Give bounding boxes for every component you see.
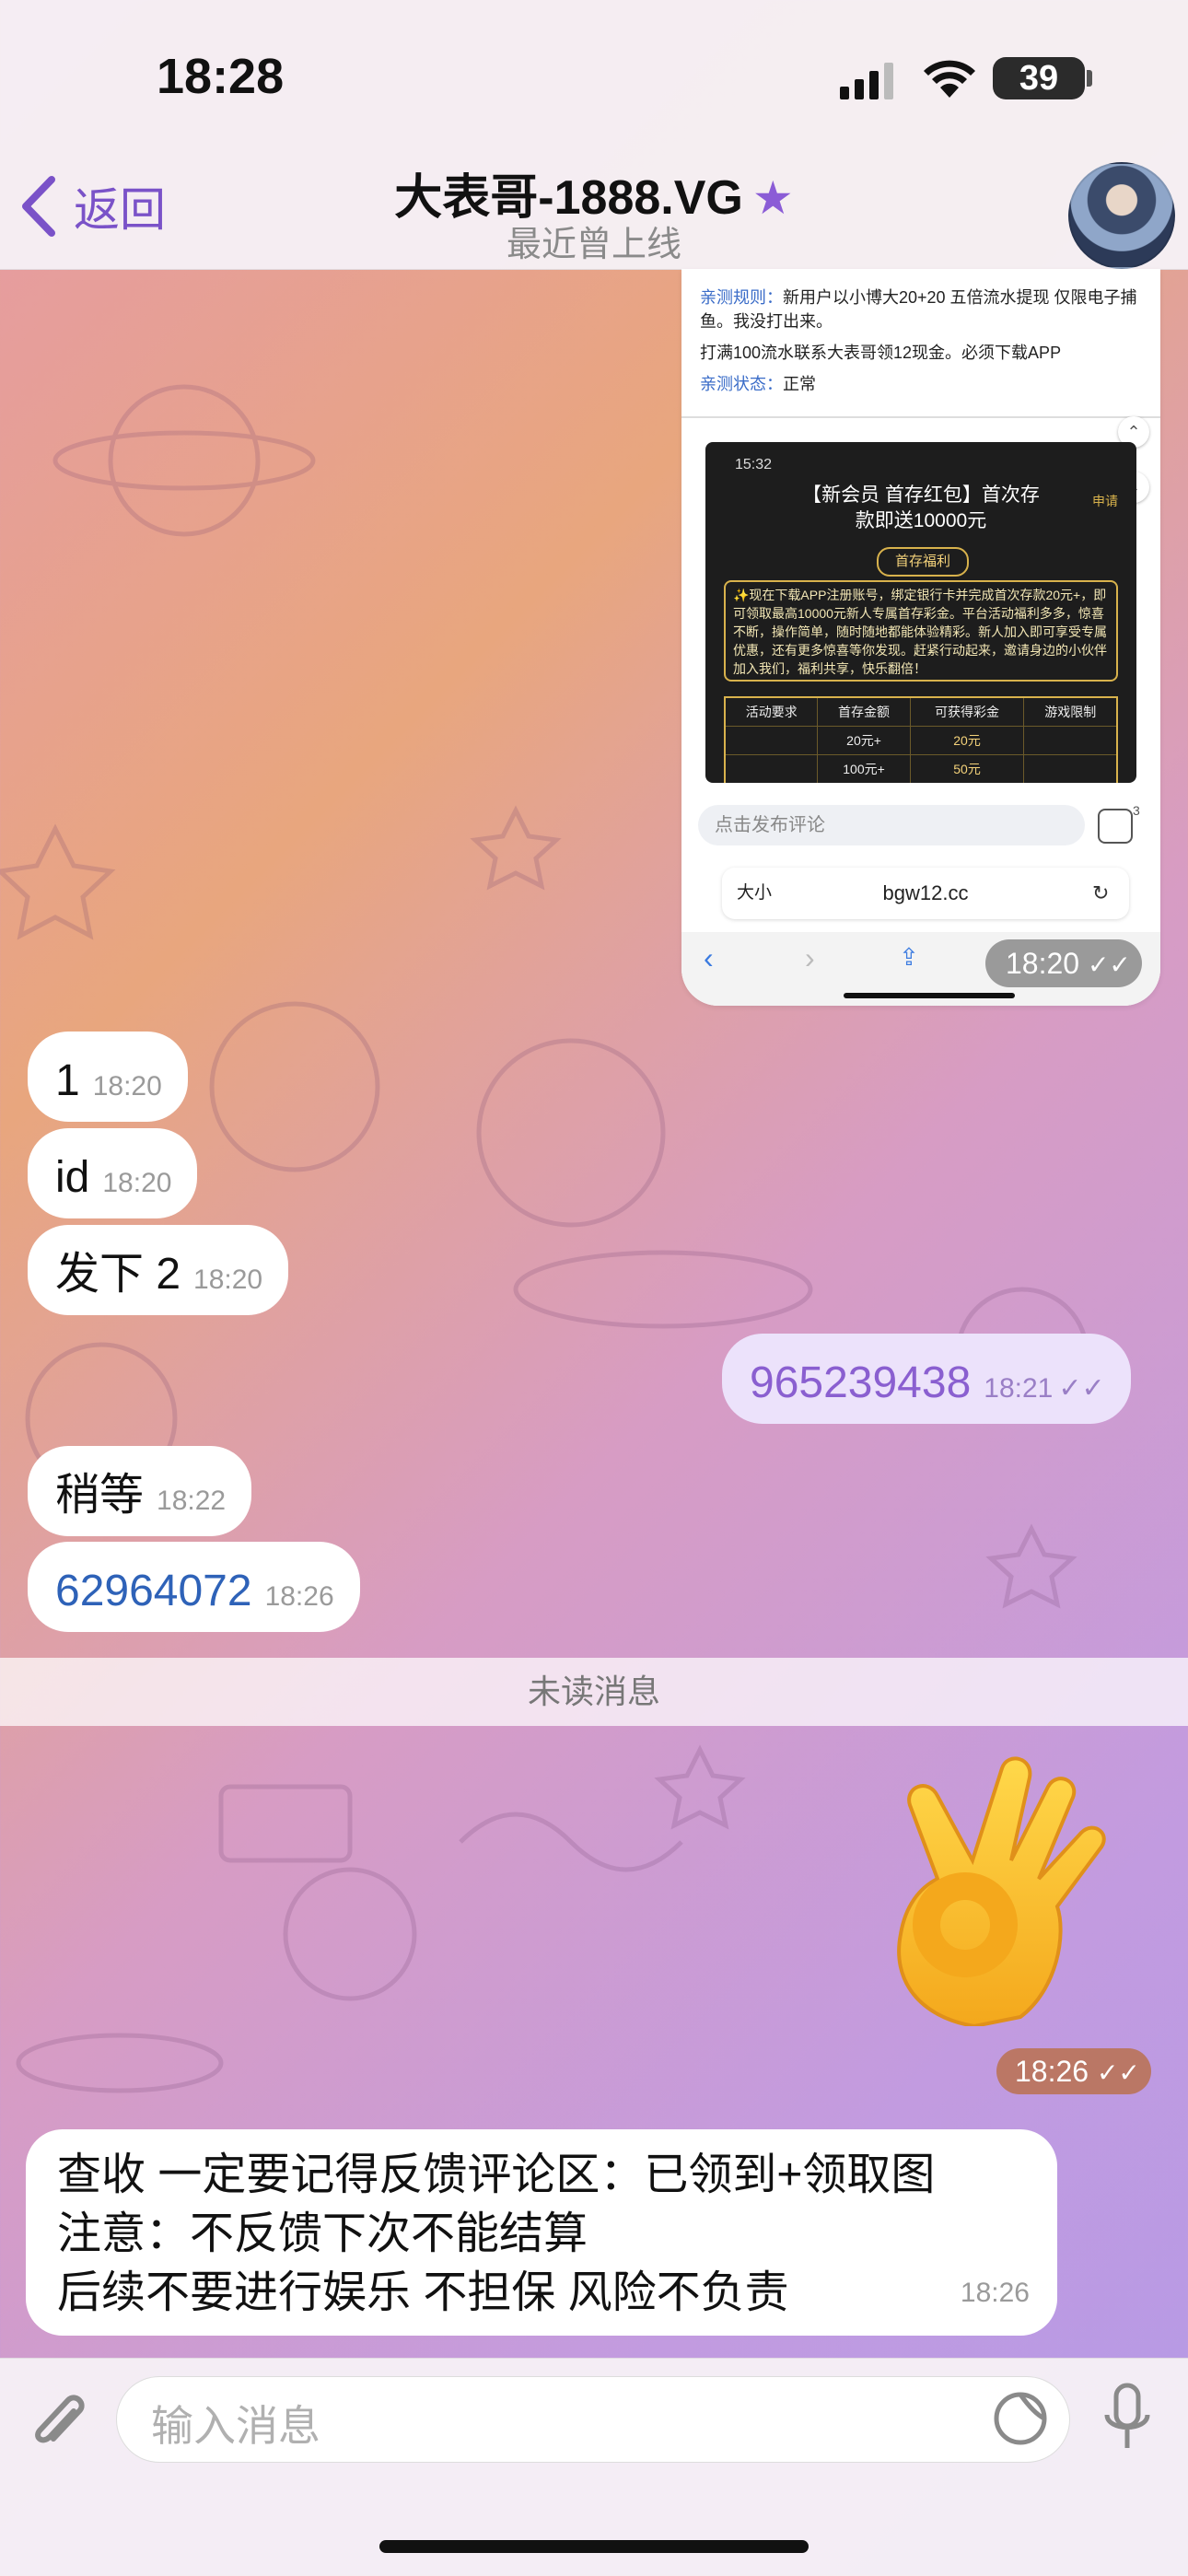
cellular-signal-icon: [840, 63, 893, 99]
message-line: 查收 一定要记得反馈评论区：已领到+领取图: [57, 2151, 936, 2199]
message-text: 1: [55, 1056, 80, 1105]
table-cell: 100元+: [817, 754, 911, 783]
message-time: 18:26: [960, 2278, 1030, 2308]
table-header: 首存金额: [817, 696, 911, 727]
message-text: 稍等: [55, 1471, 145, 1520]
battery-indicator: 39: [993, 57, 1085, 99]
message-time: 18:26: [264, 1581, 334, 1612]
home-indicator: [379, 2540, 809, 2553]
message-text: id: [55, 1153, 90, 1202]
inner-side-label: 申请: [1092, 494, 1118, 508]
message-bubble[interactable]: 1 18:20: [28, 1032, 188, 1122]
divider: [681, 416, 1160, 418]
table-cell: 20元+: [817, 726, 911, 755]
unread-divider: 未读消息: [0, 1658, 1188, 1726]
image-message[interactable]: 亲测规则：新用户以小博大20+20 五倍流水提现 仅限电子捕鱼。我没打出来。 打…: [681, 269, 1160, 1006]
share-icon: ⇪: [899, 943, 919, 971]
message-time: 18:26 ✓✓: [996, 2048, 1151, 2094]
table-cell: [1023, 754, 1118, 783]
message-time: 18:20: [102, 1168, 172, 1198]
message-line: 注意：不反馈下次不能结算: [57, 2209, 588, 2258]
rule-note: 打满100流水联系大表哥领12现金。必须下载APP: [700, 344, 1062, 362]
comment-icon: [1098, 809, 1133, 844]
browser-back-icon: ‹: [704, 941, 714, 974]
message-time: 18:20: [92, 1071, 162, 1102]
table-cell: [724, 726, 819, 755]
message-time: 18:21: [984, 1373, 1054, 1404]
table-cell: 20元: [909, 726, 1025, 755]
inner-home-indicator: [844, 993, 1015, 998]
rule-label: 亲测规则：: [700, 288, 783, 307]
table-cell: 50元: [909, 754, 1025, 783]
message-bubble[interactable]: 稍等 18:22: [28, 1446, 252, 1536]
inner-title: 【新会员 首存红包】首次存 款即送10000元: [705, 483, 1136, 534]
message-text: 965239438: [750, 1358, 972, 1407]
sticker-icon[interactable]: [991, 2389, 1050, 2448]
last-seen-status: 最近曾上线: [506, 226, 681, 264]
inner-time: 15:32: [735, 457, 773, 472]
url-text: bgw12.cc: [882, 881, 969, 904]
table-header: 游戏限制: [1023, 696, 1118, 727]
reload-icon: ↻: [1092, 881, 1110, 904]
inner-title-line1: 【新会员 首存红包】首次存: [802, 484, 1040, 506]
table-cell: [724, 754, 819, 783]
message-time: 18:22: [157, 1486, 227, 1516]
message-bubble[interactable]: 发下 2 18:20: [28, 1225, 289, 1315]
status-label: 亲测状态：: [700, 375, 783, 393]
comment-count: 3: [1133, 803, 1140, 818]
inner-text: ✨现在下载APP注册账号，绑定银行卡并完成首次存款20元+，即可领取最高1000…: [724, 580, 1118, 682]
url-bar: 大小 bgw12.cc ↻: [722, 868, 1129, 919]
message-bubble[interactable]: 查收 一定要记得反馈评论区：已领到+领取图 注意：不反馈下次不能结算 后续不要进…: [26, 2129, 1057, 2336]
message-time: 18:20 ✓✓: [985, 939, 1142, 987]
inner-title-line2: 款即送10000元: [855, 510, 987, 531]
table-header: 活动要求: [724, 696, 819, 727]
embedded-screenshot: 15:32 【新会员 首存红包】首次存 款即送10000元 申请 首存福利 ✨现…: [705, 442, 1136, 783]
phone-link[interactable]: 62964072: [55, 1567, 252, 1615]
message-time-text: 18:26: [1015, 2055, 1089, 2088]
comment-field: 点击发布评论: [698, 805, 1085, 845]
battery-tip: [1087, 70, 1092, 87]
attach-icon[interactable]: [26, 2384, 92, 2457]
message-input-placeholder: 输入消息: [151, 2402, 320, 2450]
message-text: 发下 2: [55, 1250, 181, 1299]
double-check-icon: ✓✓: [1058, 1373, 1105, 1404]
screenshot-rules: 亲测规则：新用户以小博大20+20 五倍流水提现 仅限电子捕鱼。我没打出来。 打…: [700, 286, 1151, 396]
message-time-text: 18:20: [1006, 947, 1080, 980]
double-check-icon: ✓✓: [1096, 2058, 1140, 2087]
browser-forward-icon: ›: [805, 941, 815, 974]
inner-pill: 首存福利: [877, 547, 969, 577]
message-bubble[interactable]: 62964072 18:26: [28, 1542, 360, 1632]
table-cell: [1023, 726, 1118, 755]
message-bubble[interactable]: id 18:20: [28, 1128, 198, 1218]
message-time: 18:20: [193, 1265, 263, 1295]
table-header: 可获得彩金: [909, 696, 1025, 727]
outgoing-message-bubble[interactable]: 965239438 18:21 ✓✓: [722, 1334, 1131, 1424]
double-check-icon: ✓✓: [1087, 950, 1131, 979]
status-time: 18:28: [157, 49, 285, 104]
wifi-icon: [924, 60, 975, 98]
ok-hand-emoji-icon[interactable]: [864, 1750, 1131, 2026]
microphone-icon[interactable]: [1100, 2382, 1155, 2455]
message-line: 后续不要进行娱乐 不担保 风险不负责: [57, 2268, 789, 2317]
inner-table: 活动要求 首存金额 可获得彩金 游戏限制 20元+ 20元 100元+ 50元: [724, 696, 1118, 783]
status-value: 正常: [783, 375, 816, 393]
avatar[interactable]: [1068, 162, 1175, 269]
